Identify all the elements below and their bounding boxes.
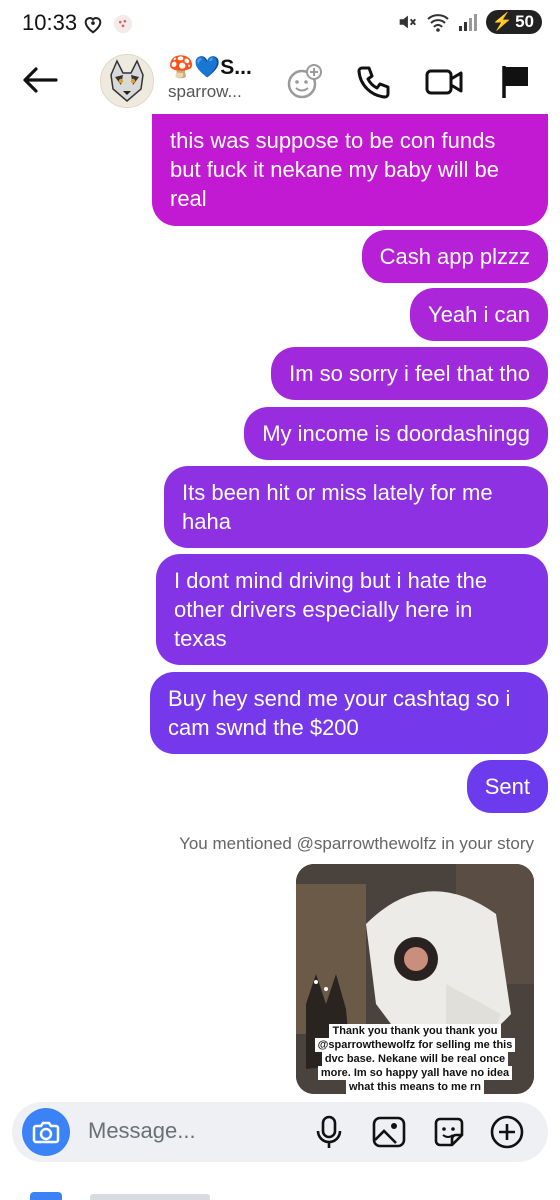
wolf-avatar-icon	[101, 55, 153, 107]
message-composer[interactable]: Message...	[12, 1102, 548, 1162]
microphone-icon[interactable]	[310, 1113, 348, 1151]
message-thread[interactable]: this was suppose to be con funds but fuc…	[0, 114, 560, 1094]
app-notification-icon	[113, 14, 133, 34]
phone-call-icon[interactable]	[354, 62, 394, 102]
report-flag-icon[interactable]	[496, 62, 536, 102]
contact-name[interactable]: 🍄💙S...	[168, 56, 252, 80]
add-plus-icon[interactable]	[488, 1113, 526, 1151]
message-input[interactable]: Message...	[88, 1118, 196, 1144]
story-caption: Thank you thank you thank you @sparrowth…	[306, 1024, 524, 1094]
contact-handle[interactable]: sparrow...	[168, 82, 242, 102]
sticker-icon[interactable]	[430, 1113, 468, 1151]
add-effects-icon[interactable]	[284, 62, 324, 102]
heart-notification-icon	[84, 17, 102, 34]
mute-icon	[399, 15, 416, 29]
signal-icon	[458, 14, 477, 31]
wifi-icon	[427, 14, 449, 32]
message-bubble[interactable]: Im so sorry i feel that tho	[271, 347, 548, 400]
message-bubble[interactable]: Yeah i can	[410, 288, 548, 341]
message-bubble[interactable]: Cash app plzzz	[361, 230, 548, 283]
message-bubble[interactable]: Sent	[466, 760, 548, 813]
message-bubble[interactable]: Buy hey send me your cashtag so i cam sw…	[150, 672, 548, 754]
battery-indicator: ⚡ 50	[485, 10, 542, 34]
thread-header: 🍄💙S... sparrow...	[0, 48, 560, 114]
camera-icon	[32, 1121, 60, 1144]
partial-next-row	[0, 1180, 560, 1200]
camera-button[interactable]	[22, 1108, 70, 1156]
avatar[interactable]	[100, 54, 154, 108]
message-bubble[interactable]: Its been hit or miss lately for me haha	[164, 466, 548, 548]
message-bubble[interactable]: this was suppose to be con funds but fuc…	[152, 114, 548, 226]
back-arrow-icon[interactable]	[20, 64, 60, 96]
cropped-composer-ghost	[30, 1192, 210, 1200]
story-mention-notice: You mentioned @sparrowthewolfz in your s…	[179, 834, 534, 853]
status-bar: 10:33 ⚡ 50	[0, 0, 560, 48]
gallery-icon[interactable]	[370, 1113, 408, 1151]
charging-bolt-icon: ⚡	[491, 12, 514, 31]
message-bubble[interactable]: My income is doordashingg	[244, 407, 548, 460]
video-call-icon[interactable]	[424, 62, 464, 102]
story-preview[interactable]: Thank you thank you thank you @sparrowth…	[296, 864, 534, 1094]
status-time: 10:33	[22, 10, 78, 35]
message-bubble[interactable]: I dont mind driving but i hate the other…	[156, 554, 548, 665]
